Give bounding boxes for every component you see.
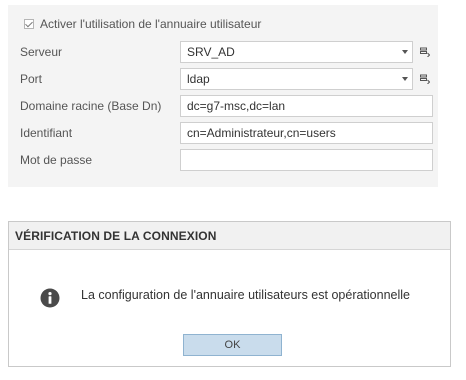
info-icon xyxy=(40,288,60,308)
identifier-value: cn=Administrateur,cn=users xyxy=(187,126,336,140)
identifier-input[interactable]: cn=Administrateur,cn=users xyxy=(180,122,433,144)
port-list-button[interactable] xyxy=(417,68,433,90)
server-list-icon xyxy=(420,47,430,57)
dialog-message: La configuration de l'annuaire utilisate… xyxy=(81,288,410,302)
port-row: Port ldap xyxy=(8,68,438,90)
server-select[interactable]: SRV_AD xyxy=(180,41,413,63)
ok-button[interactable]: OK xyxy=(183,334,282,356)
server-list-button[interactable] xyxy=(417,41,433,63)
port-select[interactable]: ldap xyxy=(180,68,413,90)
enable-directory-row[interactable]: Activer l'utilisation de l'annuaire util… xyxy=(24,17,261,31)
password-label: Mot de passe xyxy=(20,153,93,167)
checked-checkbox-icon[interactable] xyxy=(24,19,34,29)
identifier-label: Identifiant xyxy=(20,126,73,140)
server-label: Serveur xyxy=(20,45,63,59)
server-row: Serveur SRV_AD xyxy=(8,41,438,63)
directory-settings-panel: Activer l'utilisation de l'annuaire util… xyxy=(8,5,438,187)
port-value: ldap xyxy=(187,72,210,86)
chevron-down-icon[interactable] xyxy=(402,50,408,54)
base-dn-input[interactable]: dc=g7-msc,dc=lan xyxy=(180,95,433,117)
base-dn-value: dc=g7-msc,dc=lan xyxy=(187,99,286,113)
enable-directory-label: Activer l'utilisation de l'annuaire util… xyxy=(40,17,262,31)
base-dn-label: Domaine racine (Base Dn) xyxy=(20,99,162,113)
port-label: Port xyxy=(20,72,43,86)
connection-check-dialog: VÉRIFICATION DE LA CONNEXION La configur… xyxy=(8,221,451,367)
base-dn-row: Domaine racine (Base Dn) dc=g7-msc,dc=la… xyxy=(8,95,438,117)
dialog-title: VÉRIFICATION DE LA CONNEXION xyxy=(9,222,450,250)
dialog-body: La configuration de l'annuaire utilisate… xyxy=(9,250,450,367)
server-list-icon xyxy=(420,74,430,84)
identifier-row: Identifiant cn=Administrateur,cn=users xyxy=(8,122,438,144)
password-row: Mot de passe xyxy=(8,149,438,171)
server-value: SRV_AD xyxy=(187,45,235,59)
password-input[interactable] xyxy=(180,149,433,171)
chevron-down-icon[interactable] xyxy=(402,77,408,81)
